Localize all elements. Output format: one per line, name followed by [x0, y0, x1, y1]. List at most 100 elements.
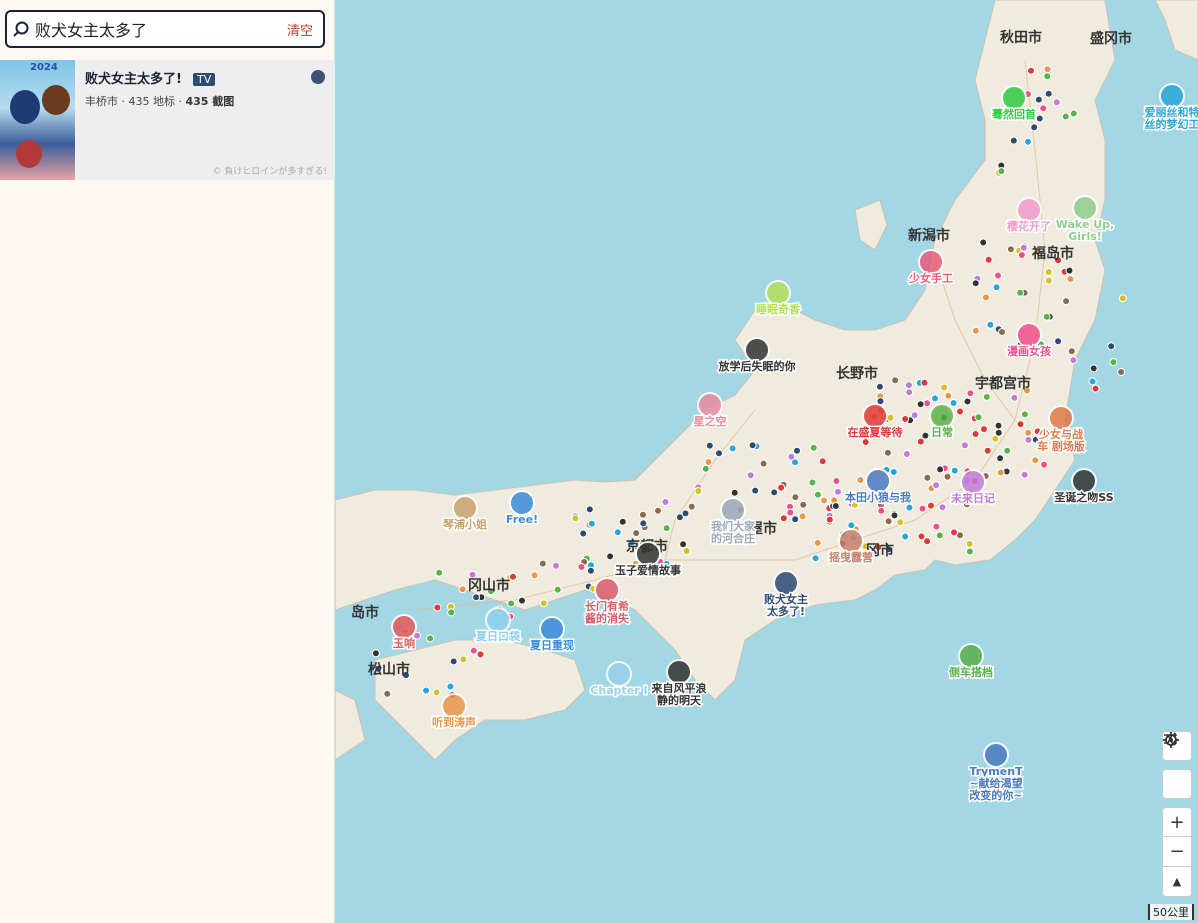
location-dot[interactable] [791, 493, 800, 502]
location-dot[interactable] [748, 441, 757, 450]
location-dot[interactable] [1034, 95, 1043, 104]
location-dot[interactable] [949, 399, 958, 407]
location-dot[interactable] [799, 500, 808, 509]
location-dot[interactable] [639, 510, 647, 519]
location-dot[interactable] [791, 458, 799, 467]
location-dot[interactable] [994, 421, 1003, 430]
anime-marker[interactable]: 日常 [929, 403, 955, 441]
location-dot[interactable] [1061, 112, 1070, 121]
location-dot[interactable] [883, 448, 892, 457]
location-dot[interactable] [982, 392, 991, 401]
search-box[interactable]: 清空 [5, 10, 325, 48]
anime-marker[interactable]: TrymenT~献给渴望改变的你~ [968, 742, 1025, 804]
location-dot[interactable] [998, 328, 1006, 336]
location-dot[interactable] [777, 483, 786, 492]
location-dot[interactable] [435, 568, 444, 577]
location-dot[interactable] [979, 238, 988, 247]
location-dot[interactable] [916, 437, 925, 446]
location-dot[interactable] [966, 389, 975, 398]
location-dot[interactable] [632, 529, 641, 538]
location-dot[interactable] [1062, 297, 1071, 306]
location-dot[interactable] [1067, 347, 1076, 356]
location-dot[interactable] [759, 459, 768, 468]
location-dot[interactable] [1117, 368, 1126, 376]
location-dot[interactable] [971, 430, 980, 438]
location-dot[interactable] [1039, 104, 1048, 113]
location-dot[interactable] [831, 502, 840, 510]
location-dot[interactable] [446, 682, 455, 691]
location-dot[interactable] [856, 476, 865, 484]
location-dot[interactable] [433, 603, 442, 612]
location-dot[interactable] [950, 466, 959, 475]
location-dot[interactable] [571, 514, 580, 523]
location-dot[interactable] [791, 515, 800, 524]
location-dot[interactable] [1016, 420, 1025, 429]
location-dot[interactable] [901, 532, 910, 541]
location-dot[interactable] [458, 585, 467, 594]
location-dot[interactable] [530, 571, 539, 580]
location-dot[interactable] [996, 468, 1005, 477]
location-dot[interactable] [920, 378, 929, 387]
location-dot[interactable] [944, 391, 953, 400]
location-dot[interactable] [971, 279, 980, 288]
location-dot[interactable] [813, 490, 822, 499]
location-dot[interactable] [963, 397, 972, 406]
location-dot[interactable] [694, 487, 703, 495]
location-dot[interactable] [1010, 393, 1019, 402]
location-dot[interactable] [1024, 428, 1033, 437]
location-dot[interactable] [507, 599, 516, 608]
location-dot[interactable] [1109, 358, 1118, 367]
location-dot[interactable] [891, 376, 900, 385]
location-dot[interactable] [786, 508, 795, 517]
location-dot[interactable] [994, 428, 1003, 437]
location-dot[interactable] [1052, 98, 1061, 107]
location-dot[interactable] [834, 487, 842, 496]
location-dot[interactable] [905, 503, 914, 512]
location-dot[interactable] [825, 515, 834, 524]
location-dot[interactable] [469, 646, 478, 655]
location-dot[interactable] [715, 449, 723, 458]
location-dot[interactable] [923, 399, 932, 408]
location-dot[interactable] [585, 505, 594, 514]
location-dot[interactable] [965, 547, 974, 556]
location-dot[interactable] [701, 464, 710, 473]
location-dot[interactable] [1020, 470, 1029, 479]
location-dot[interactable] [1006, 245, 1015, 254]
location-dot[interactable] [613, 528, 622, 537]
location-dot[interactable] [1003, 446, 1012, 455]
location-dot[interactable] [992, 283, 1001, 292]
location-dot[interactable] [901, 415, 910, 423]
location-dot[interactable] [983, 446, 992, 455]
location-dot[interactable] [1065, 266, 1074, 275]
location-dot[interactable] [472, 593, 481, 602]
location-dot[interactable] [1044, 276, 1053, 285]
location-dot[interactable] [1024, 137, 1032, 146]
location-dot[interactable] [751, 486, 760, 495]
location-dot[interactable] [971, 326, 980, 335]
location-dot[interactable] [654, 506, 662, 515]
location-dot[interactable] [681, 509, 690, 518]
location-dot[interactable] [890, 511, 899, 520]
location-dot[interactable] [687, 502, 696, 511]
location-dot[interactable] [586, 566, 595, 575]
location-dot[interactable] [896, 518, 905, 527]
location-dot[interactable] [1040, 460, 1049, 469]
location-dot[interactable] [916, 400, 925, 409]
location-dot[interactable] [956, 407, 964, 416]
location-dot[interactable] [447, 608, 456, 617]
location-dot[interactable] [1089, 364, 1098, 373]
location-dot[interactable] [918, 504, 927, 513]
zoom-in-button[interactable]: + [1162, 807, 1192, 837]
location-dot[interactable] [809, 443, 818, 452]
location-dot[interactable] [1031, 456, 1040, 465]
location-dot[interactable] [847, 521, 856, 530]
anime-marker[interactable]: 侧车搭档 [948, 643, 995, 681]
location-dot[interactable] [811, 554, 820, 563]
location-dot[interactable] [997, 167, 1006, 176]
location-dot[interactable] [432, 688, 441, 697]
anime-marker[interactable]: 星之空 [692, 392, 728, 430]
location-dot[interactable] [1069, 109, 1078, 118]
location-dot[interactable] [875, 382, 884, 391]
anime-marker[interactable]: 夏日重现 [529, 616, 576, 654]
location-dot[interactable] [639, 519, 648, 528]
